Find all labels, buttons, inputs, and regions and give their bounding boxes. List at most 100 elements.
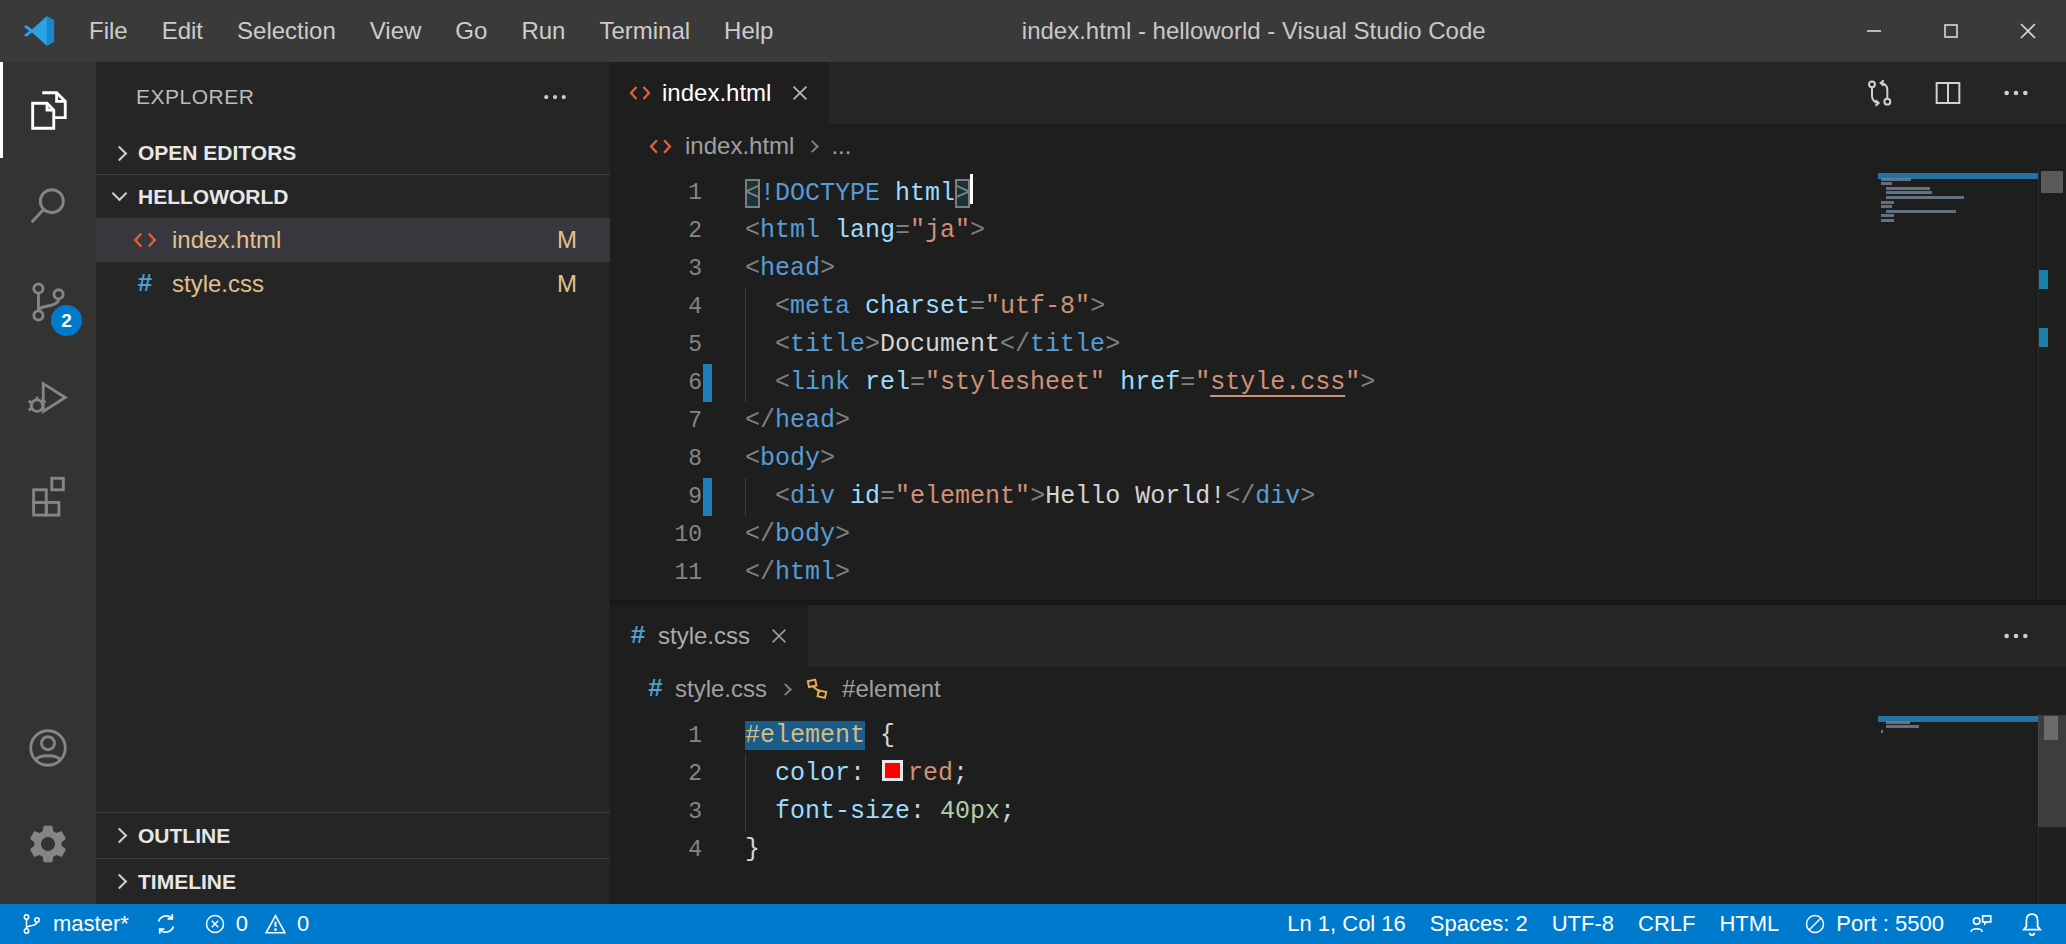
code-editor-css[interactable]: 1#element {2 color: red;3 font-size: 40p… bbox=[610, 711, 2066, 904]
timeline-label: TIMELINE bbox=[138, 870, 236, 894]
line-number: 7 bbox=[610, 402, 702, 440]
code-line[interactable]: 5 <title>Document</title> bbox=[610, 326, 2066, 364]
chevron-right-icon bbox=[112, 874, 128, 890]
chevron-right-icon bbox=[807, 140, 820, 153]
explorer-icon[interactable] bbox=[0, 62, 96, 158]
section-open-editors[interactable]: OPEN EDITORS bbox=[96, 132, 610, 175]
file-row-index-html[interactable]: index.htmlM bbox=[96, 218, 610, 262]
code-line[interactable]: 6 <link rel="stylesheet" href="style.css… bbox=[610, 364, 2066, 402]
code-line[interactable]: 7</head> bbox=[610, 402, 2066, 440]
outline-label: OUTLINE bbox=[138, 824, 230, 848]
file-name: style.css bbox=[172, 270, 264, 298]
status-sync[interactable] bbox=[141, 904, 191, 944]
minimize-button[interactable] bbox=[1835, 0, 1912, 62]
warning-count: 0 bbox=[297, 911, 309, 937]
chevron-right-icon bbox=[779, 683, 792, 696]
code-line[interactable]: 2<html lang="ja"> bbox=[610, 212, 2066, 250]
line-number: 11 bbox=[610, 554, 702, 592]
modified-badge: M bbox=[557, 270, 577, 298]
indent-guide bbox=[745, 793, 746, 831]
tab-style-css[interactable]: # style.css bbox=[610, 605, 808, 667]
search-icon[interactable] bbox=[0, 158, 96, 254]
code-line[interactable]: 2 color: red; bbox=[610, 755, 2066, 793]
section-folder[interactable]: HELLOWORLD bbox=[96, 175, 610, 218]
code-line[interactable]: 3<head> bbox=[610, 250, 2066, 288]
status-feedback[interactable] bbox=[1956, 911, 2006, 937]
extensions-icon[interactable] bbox=[0, 446, 96, 542]
status-language-mode[interactable]: HTML bbox=[1707, 911, 1791, 937]
breadcrumb-item[interactable]: style.css bbox=[675, 675, 767, 703]
file-row-style-css[interactable]: #style.cssM bbox=[96, 262, 610, 306]
menu-run[interactable]: Run bbox=[504, 0, 582, 62]
status-problems[interactable]: 0 0 bbox=[191, 904, 322, 944]
section-timeline[interactable]: TIMELINE bbox=[96, 858, 610, 904]
code-editor-html[interactable]: 1<!DOCTYPE html>2<html lang="ja">3<head>… bbox=[610, 168, 2066, 600]
code-line[interactable]: 9 <div id="element">Hello World!</div> bbox=[610, 478, 2066, 516]
settings-gear-icon[interactable] bbox=[0, 796, 96, 892]
close-tab-icon[interactable] bbox=[789, 82, 811, 104]
status-eol[interactable]: CRLF bbox=[1626, 911, 1707, 937]
html-file-icon bbox=[648, 135, 673, 158]
text-cursor bbox=[970, 174, 973, 204]
editor-group-css: # style.css # style.css #element 1#eleme… bbox=[610, 605, 2066, 904]
html-file-icon bbox=[132, 228, 158, 252]
status-encoding[interactable]: UTF-8 bbox=[1540, 911, 1626, 937]
breadcrumb-item[interactable]: ... bbox=[831, 132, 851, 160]
feedback-icon bbox=[1968, 911, 1994, 937]
menu-terminal[interactable]: Terminal bbox=[582, 0, 707, 62]
code-line[interactable]: 11</html> bbox=[610, 554, 2066, 592]
menu-file[interactable]: File bbox=[72, 0, 145, 62]
code-line[interactable]: 10</body> bbox=[610, 516, 2066, 554]
code-line[interactable]: 1#element { bbox=[610, 717, 2066, 755]
account-icon[interactable] bbox=[0, 700, 96, 796]
close-button[interactable] bbox=[1989, 0, 2066, 62]
menu-help[interactable]: Help bbox=[707, 0, 790, 62]
code-line[interactable]: 3 font-size: 40px; bbox=[610, 793, 2066, 831]
section-outline[interactable]: OUTLINE bbox=[96, 812, 610, 858]
more-actions-icon[interactable] bbox=[2000, 620, 2032, 652]
activity-bar: 2 bbox=[0, 62, 96, 904]
breadcrumbs-top: index.html ... bbox=[610, 124, 2066, 168]
source-control-icon[interactable]: 2 bbox=[0, 254, 96, 350]
menu-selection[interactable]: Selection bbox=[220, 0, 353, 62]
status-port[interactable]: Port : 5500 bbox=[1791, 911, 1956, 937]
chevron-right-icon bbox=[112, 145, 128, 161]
editor-group-html: index.html index.html ... 1<!DOCTYPE htm… bbox=[610, 62, 2066, 600]
menu-view[interactable]: View bbox=[353, 0, 439, 62]
html-file-icon bbox=[628, 81, 652, 105]
more-actions-icon[interactable] bbox=[2000, 77, 2032, 109]
tab-label: style.css bbox=[658, 622, 750, 650]
breadcrumbs-bottom: # style.css #element bbox=[610, 667, 2066, 711]
code-line[interactable]: 1<!DOCTYPE html> bbox=[610, 174, 2066, 212]
sidebar-title: EXPLORER bbox=[136, 85, 254, 109]
css-file-icon: # bbox=[648, 675, 663, 704]
open-changes-icon[interactable] bbox=[1864, 77, 1896, 109]
warning-icon bbox=[263, 912, 288, 937]
status-cursor-position[interactable]: Ln 1, Col 16 bbox=[1275, 911, 1418, 937]
status-branch[interactable]: master* bbox=[8, 904, 141, 944]
circle-slash-icon bbox=[1803, 912, 1827, 936]
status-indentation[interactable]: Spaces: 2 bbox=[1418, 911, 1540, 937]
breadcrumb-item[interactable]: index.html bbox=[685, 132, 794, 160]
menu-edit[interactable]: Edit bbox=[145, 0, 220, 62]
status-notifications[interactable] bbox=[2006, 910, 2058, 938]
file-list: index.htmlM#style.cssM bbox=[96, 218, 610, 306]
breadcrumb-item[interactable]: #element bbox=[842, 675, 941, 703]
menu-go[interactable]: Go bbox=[438, 0, 504, 62]
indent-guide bbox=[745, 326, 746, 364]
tab-index-html[interactable]: index.html bbox=[610, 62, 829, 124]
line-number: 4 bbox=[610, 288, 702, 326]
run-debug-icon[interactable] bbox=[0, 350, 96, 446]
menu-bar: FileEditSelectionViewGoRunTerminalHelp bbox=[72, 0, 790, 62]
chevron-down-icon bbox=[112, 186, 128, 202]
maximize-button[interactable] bbox=[1912, 0, 1989, 62]
code-line[interactable]: 4} bbox=[610, 831, 2066, 869]
bell-icon bbox=[2018, 910, 2046, 938]
color-swatch bbox=[882, 760, 903, 781]
tab-bar-bottom: # style.css bbox=[610, 605, 2066, 667]
close-tab-icon[interactable] bbox=[768, 625, 790, 647]
code-line[interactable]: 8<body> bbox=[610, 440, 2066, 478]
explorer-more-actions-icon[interactable] bbox=[540, 82, 570, 112]
code-line[interactable]: 4 <meta charset="utf-8"> bbox=[610, 288, 2066, 326]
split-editor-icon[interactable] bbox=[1932, 77, 1964, 109]
